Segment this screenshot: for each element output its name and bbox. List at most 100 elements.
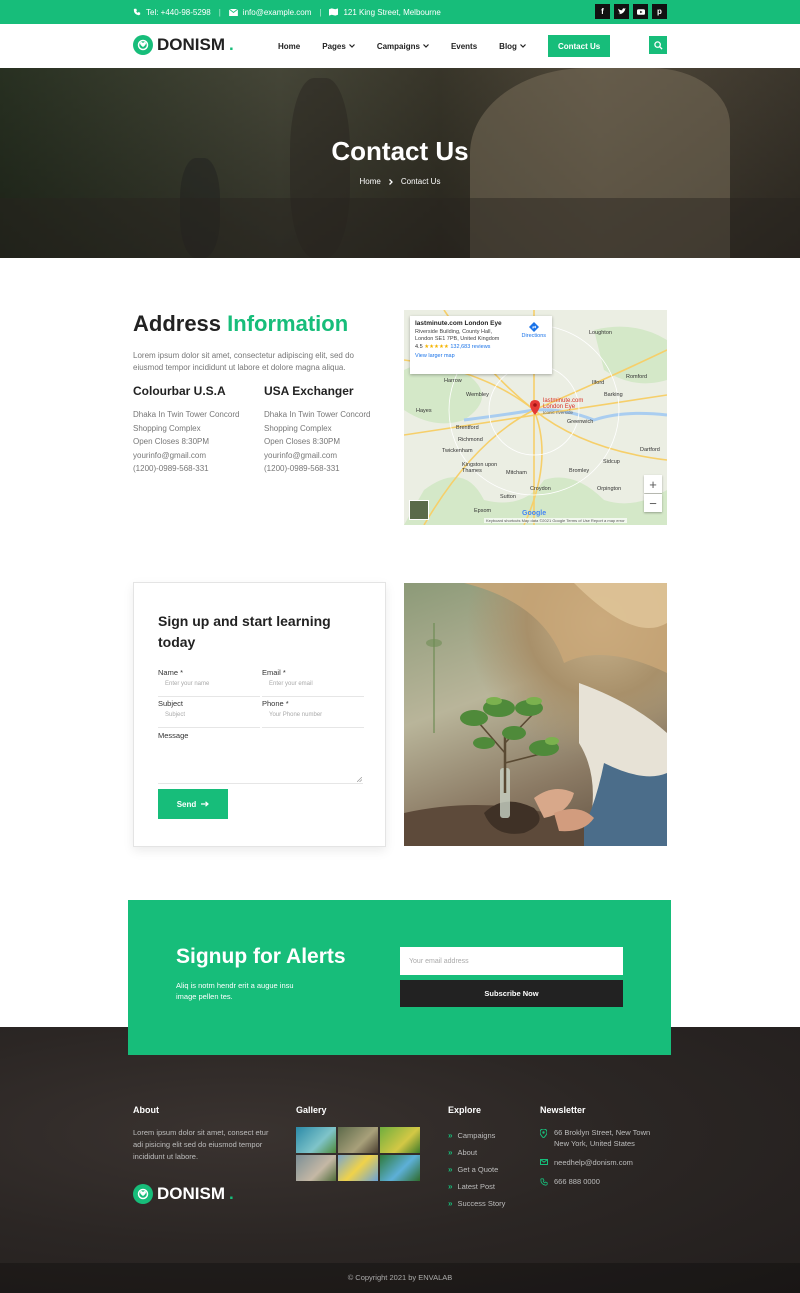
logo-icon [133, 35, 153, 55]
facebook-icon[interactable]: f [595, 4, 610, 19]
gallery-thumb[interactable] [296, 1155, 336, 1181]
zoom-in-button[interactable]: + [644, 475, 662, 493]
email-input[interactable]: Enter your email [262, 681, 364, 697]
rating-value: 4.5 [415, 344, 423, 350]
email-text: info@example.com [242, 7, 312, 17]
footer-explore-title: Explore [448, 1105, 482, 1115]
message-field: Message [158, 731, 363, 784]
explore-link[interactable]: » Success Story [448, 1195, 505, 1212]
message-textarea[interactable] [158, 740, 363, 784]
subject-field: Subject Subject [158, 699, 260, 728]
pin-subtitle: Iconic riverside [543, 410, 574, 415]
nav-label: Blog [499, 41, 517, 51]
gallery-thumb[interactable] [296, 1127, 336, 1153]
site-logo[interactable]: DONISM. [133, 35, 234, 55]
phone-label: Phone * [262, 699, 289, 708]
nav-item-campaigns[interactable]: Campaigns [377, 42, 429, 51]
email-info[interactable]: info@example.com [228, 7, 312, 17]
message-label: Message [158, 731, 189, 740]
explore-link-label: About [457, 1148, 478, 1157]
alerts-title: Signup for Alerts [176, 945, 346, 968]
logo-dot: . [229, 1184, 234, 1203]
nav-label: Home [278, 41, 301, 51]
office-phone[interactable]: (1200)-0989-568-331 [133, 462, 258, 476]
pin-title: lastminute.com London Eye [543, 398, 584, 410]
explore-link[interactable]: » About [448, 1144, 505, 1161]
divider: | [218, 7, 221, 17]
phone-icon [133, 8, 141, 16]
explore-link[interactable]: » Campaigns [448, 1127, 505, 1144]
search-button[interactable] [649, 36, 667, 54]
footer-newsletter: Newsletter 66 Broklyn Street, New Town N… [540, 1105, 659, 1195]
office-line: Dhaka In Twin Tower Concord [264, 410, 371, 419]
office-email[interactable]: yourinfo@gmail.com [264, 449, 389, 463]
name-input[interactable]: Enter your name [158, 681, 260, 697]
map-place: Bromley [569, 468, 590, 474]
map-attribution[interactable]: Keyboard shortcuts Map data ©2021 Google… [484, 518, 627, 523]
star-icons: ★★★★★ [424, 344, 449, 350]
gallery-thumb[interactable] [338, 1127, 378, 1153]
map-icon [329, 8, 339, 16]
map-place: Romford [626, 374, 648, 380]
office-card: USA Exchanger Dhaka In Twin Tower Concor… [264, 384, 389, 476]
phone-input[interactable]: Your Phone number [262, 712, 364, 728]
site-footer: About Lorem ipsum dolor sit amet, consec… [0, 1027, 800, 1293]
planting-photo [404, 583, 667, 846]
nav-item-home[interactable]: Home [278, 42, 300, 51]
gallery-thumb[interactable] [380, 1127, 420, 1153]
gallery-thumb[interactable] [338, 1155, 378, 1181]
nav-item-blog[interactable]: Blog [499, 42, 526, 51]
map-pin-label[interactable]: lastminute.com London Eye Iconic riversi… [543, 398, 593, 416]
newsletter-email[interactable]: needhelp@donism.com [540, 1157, 659, 1168]
send-button[interactable]: Send [158, 789, 228, 819]
banner-ground [0, 198, 800, 258]
gallery-thumb[interactable] [380, 1155, 420, 1181]
satellite-toggle[interactable] [409, 500, 429, 520]
office-phone[interactable]: (1200)-0989-568-331 [264, 462, 389, 476]
envelope-icon [228, 8, 238, 16]
office-name: Colourbar U.S.A [133, 384, 226, 398]
map-place: Greenwich [567, 419, 594, 425]
newsletter-phone[interactable]: 666 888 0000 [540, 1176, 659, 1187]
nav-item-pages[interactable]: Pages [322, 42, 355, 51]
main-navigation: DONISM. Home Pages Campaigns Events Blog… [0, 24, 800, 68]
twitter-icon[interactable] [614, 4, 629, 19]
google-map[interactable]: Harrow Wembley Hayes Richmond Twickenham… [404, 310, 667, 525]
address-info: 121 King Street, Melbourne [329, 7, 441, 17]
phone-info[interactable]: Tel: +440-98-5298 [133, 8, 211, 17]
footer-gallery-title: Gallery [296, 1105, 327, 1115]
contact-us-button[interactable]: Contact Us [547, 35, 611, 57]
subscribe-button[interactable]: Subscribe Now [400, 980, 623, 1007]
office-card: Colourbar U.S.A Dhaka In Twin Tower Conc… [133, 384, 258, 476]
zoom-out-button[interactable]: − [644, 494, 662, 512]
pinterest-icon[interactable]: p [652, 4, 667, 19]
view-larger-map-link[interactable]: View larger map [415, 353, 547, 359]
explore-link[interactable]: » Latest Post [448, 1178, 505, 1195]
address-text: 121 King Street, Melbourne [343, 7, 441, 17]
resize-handle-icon[interactable] [357, 777, 362, 782]
chevron-down-icon [348, 44, 355, 48]
office-name: USA Exchanger [264, 384, 354, 398]
breadcrumb-home[interactable]: Home [360, 177, 381, 186]
contact-info: Tel: +440-98-5298 | info@example.com | 1… [133, 0, 441, 24]
logo-dot: . [229, 35, 234, 54]
subject-input[interactable]: Subject [158, 712, 260, 728]
google-logo: Google [522, 510, 547, 517]
youtube-icon[interactable] [633, 4, 648, 19]
double-chevron-icon: » [448, 1182, 453, 1191]
office-email[interactable]: yourinfo@gmail.com [133, 449, 258, 463]
form-title: Sign up and start learning today [158, 613, 331, 650]
envelope-icon [540, 1157, 548, 1168]
reviews-link[interactable]: 132,683 reviews [450, 344, 490, 350]
plant-illustration [404, 583, 667, 846]
explore-link[interactable]: » Get a Quote [448, 1161, 505, 1178]
directions-button[interactable]: Directions [522, 322, 546, 339]
copyright: © Copyright 2021 by ENVALAB [347, 1273, 453, 1282]
social-links: f p [595, 4, 667, 19]
nav-item-events[interactable]: Events [451, 42, 477, 51]
footer-logo[interactable]: DONISM. [133, 1184, 234, 1204]
map-place: Hayes [416, 408, 432, 414]
footer-about-text: Lorem ipsum dolor sit amet, consect etur… [133, 1128, 269, 1161]
office-line: Dhaka In Twin Tower Concord [133, 410, 240, 419]
alerts-email-input[interactable]: Your email address [400, 947, 623, 975]
